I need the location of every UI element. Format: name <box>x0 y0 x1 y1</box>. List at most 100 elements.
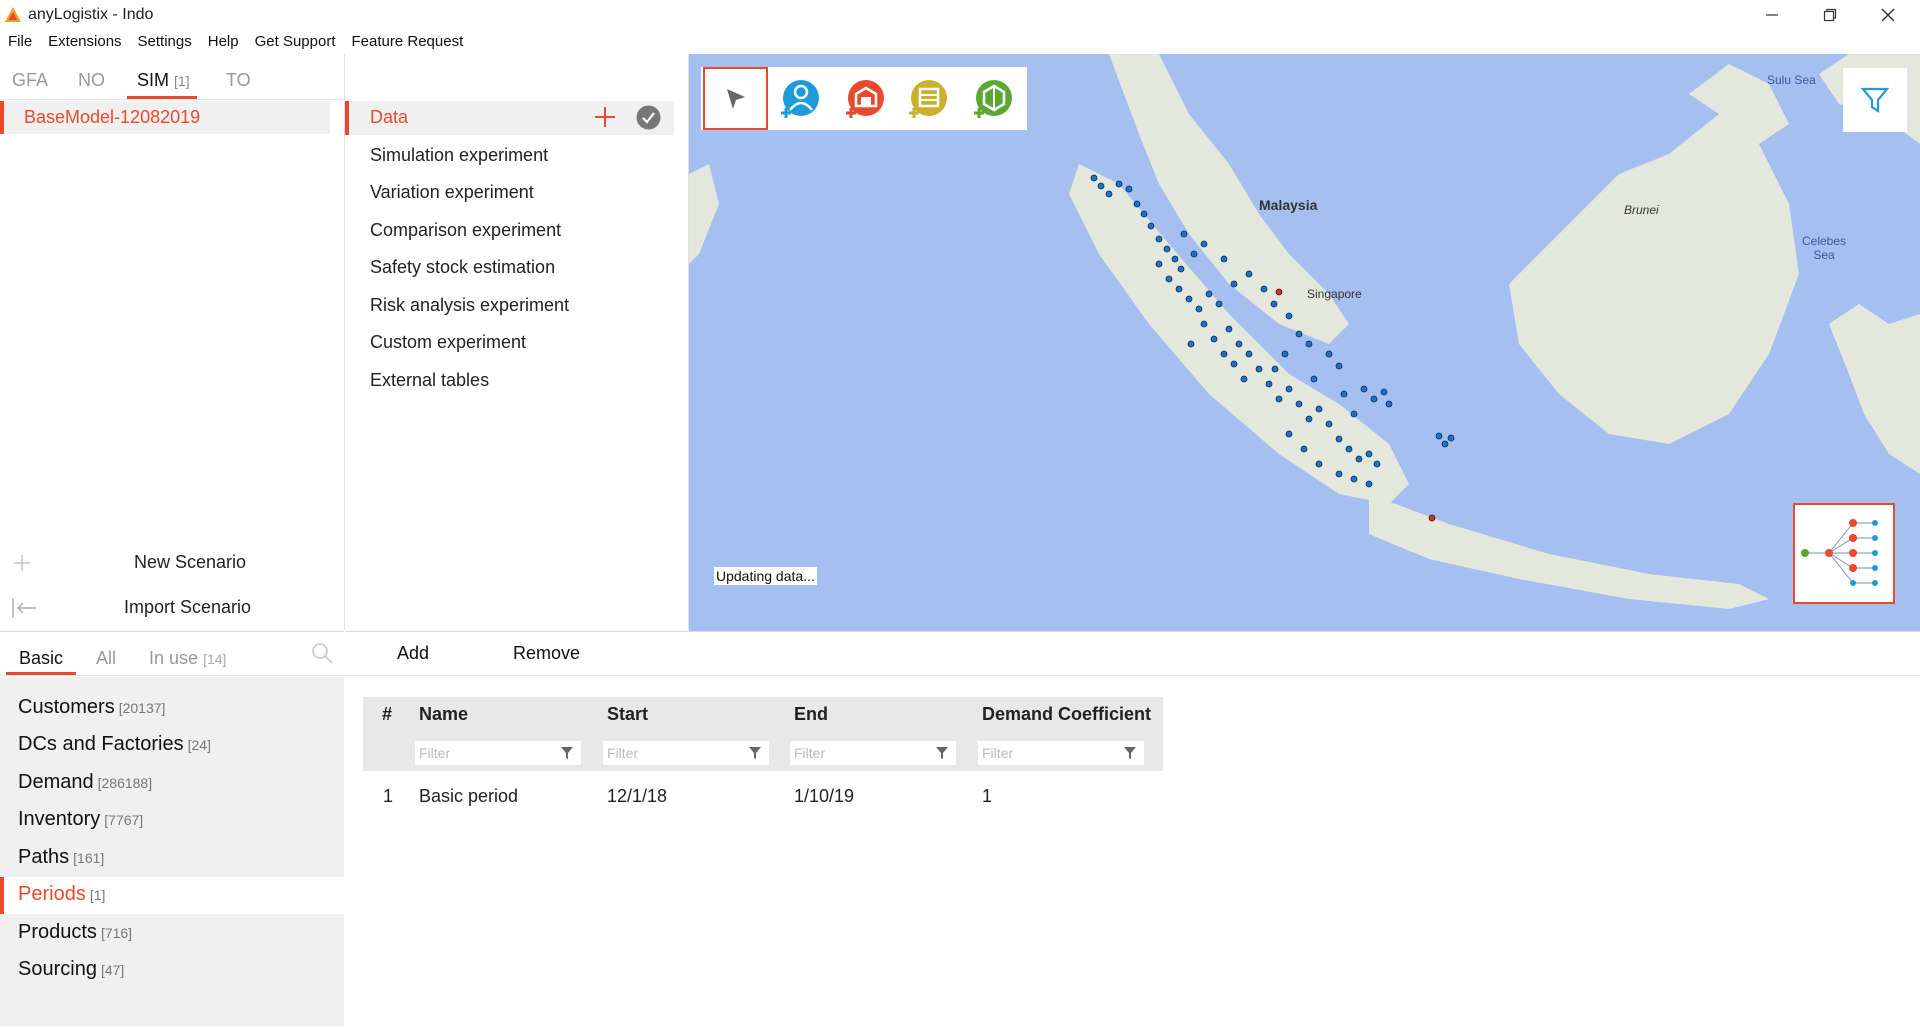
filter-demand-coefficient-input[interactable]: Filter <box>978 741 1144 765</box>
map-filter-button[interactable] <box>1843 68 1907 132</box>
menu-get-support[interactable]: Get Support <box>247 30 344 54</box>
tab-in-use-count: [14] <box>203 651 227 667</box>
experiment-data-label: Data <box>370 107 409 127</box>
category-count: [161] <box>73 850 105 866</box>
category-products[interactable]: Products [716] <box>18 921 132 944</box>
scenario-name: BaseModel-12082019 <box>24 107 201 127</box>
category-inventory[interactable]: Inventory [7767] <box>18 808 143 831</box>
tab-gfa-label: GFA <box>12 70 49 90</box>
tab-no-label: NO <box>78 70 105 90</box>
tabs-divider <box>0 675 344 676</box>
category-count: [1] <box>89 887 106 903</box>
tab-gfa[interactable]: GFA <box>12 70 48 91</box>
select-arrow-icon <box>726 88 745 109</box>
category-count: [20137] <box>118 700 166 716</box>
table-panel <box>345 631 1920 1027</box>
category-demand[interactable]: Demand [286188] <box>18 771 152 794</box>
filter-icon[interactable] <box>561 746 573 760</box>
category-customers[interactable]: Customers [20137] <box>18 696 165 719</box>
filter-placeholder: Filter <box>607 745 639 761</box>
tab-no[interactable]: NO <box>78 70 105 91</box>
column-header-start[interactable]: Start <box>607 704 648 725</box>
scenario-panel <box>0 54 345 630</box>
experiment-item-simulation[interactable]: Simulation experiment <box>370 145 548 166</box>
filter-placeholder: Filter <box>419 745 451 761</box>
window-title: anyLogistix - Indo <box>28 6 154 23</box>
menu-feature-request[interactable]: Feature Request <box>344 30 472 54</box>
add-icon[interactable] <box>592 104 618 130</box>
filter-end-input[interactable]: Filter <box>790 741 956 765</box>
filter-icon[interactable] <box>936 746 948 760</box>
category-count: [286188] <box>97 775 153 791</box>
tab-to-label: TO <box>226 70 251 90</box>
tab-basic-label: Basic <box>19 648 64 668</box>
column-header-index[interactable]: # <box>382 704 392 725</box>
add-customer-icon <box>781 79 819 118</box>
category-paths[interactable]: Paths [161] <box>18 846 104 869</box>
add-button[interactable]: Add <box>397 643 429 664</box>
network-tree-icon <box>1801 519 1878 586</box>
import-scenario-button[interactable]: Import Scenario <box>124 597 251 618</box>
restore-button[interactable] <box>1801 0 1859 30</box>
add-factory-button[interactable] <box>834 67 896 130</box>
tab-sim[interactable]: SIM [1] <box>137 70 190 91</box>
tab-all[interactable]: All <box>96 648 116 669</box>
tab-basic[interactable]: Basic <box>19 648 63 669</box>
add-customer-button[interactable] <box>769 67 831 130</box>
filter-icon <box>1860 87 1890 114</box>
column-header-name[interactable]: Name <box>419 704 468 725</box>
search-icon[interactable] <box>309 640 335 666</box>
experiment-item-comparison[interactable]: Comparison experiment <box>370 220 561 241</box>
cell-name[interactable]: Basic period <box>419 786 518 807</box>
tabs-divider <box>0 99 344 100</box>
filter-icon[interactable] <box>749 746 761 760</box>
tab-in-use-label: In use <box>149 648 199 668</box>
tab-all-label: All <box>96 648 117 668</box>
filter-start-input[interactable]: Filter <box>603 741 769 765</box>
menu-settings[interactable]: Settings <box>130 30 200 54</box>
add-dc-button[interactable] <box>897 67 959 130</box>
menu-bar: File Extensions Settings Help Get Suppor… <box>0 30 471 54</box>
map-status-label: Updating data... <box>714 567 817 585</box>
app-logo-icon <box>5 7 21 22</box>
tab-in-use[interactable]: In use [14] <box>149 648 226 669</box>
category-periods[interactable]: Periods [1] <box>18 883 105 906</box>
add-supplier-button[interactable] <box>962 67 1024 130</box>
map-label-singapore: Singapore <box>1307 287 1362 301</box>
close-icon <box>1881 8 1895 22</box>
tab-sim-count: [1] <box>174 73 190 89</box>
category-sourcing[interactable]: Sourcing [47] <box>18 958 124 981</box>
map-label-sulu-sea: Sulu Sea <box>1767 73 1816 87</box>
cell-start[interactable]: 12/1/18 <box>607 786 667 807</box>
select-tool-button[interactable] <box>703 67 768 130</box>
cell-index: 1 <box>383 786 394 806</box>
category-label: Demand <box>18 771 94 793</box>
experiment-item-custom[interactable]: Custom experiment <box>370 332 526 353</box>
restore-icon <box>1823 8 1837 22</box>
filter-icon[interactable] <box>1124 746 1136 760</box>
minimize-button[interactable] <box>1743 0 1801 30</box>
map-label-celebes-sea: Celebes Sea <box>1801 234 1847 262</box>
menu-file[interactable]: File <box>0 30 40 54</box>
new-scenario-button[interactable]: New Scenario <box>134 552 246 573</box>
cell-demand-coefficient[interactable]: 1 <box>982 786 992 807</box>
tab-to[interactable]: TO <box>226 70 251 91</box>
remove-button[interactable]: Remove <box>513 643 580 664</box>
close-button[interactable] <box>1859 0 1917 30</box>
check-circle-icon[interactable] <box>636 105 661 130</box>
experiment-item-safety-stock[interactable]: Safety stock estimation <box>370 257 555 278</box>
map-view[interactable]: Malaysia Singapore Brunei Sulu Sea Celeb… <box>689 54 1920 631</box>
category-dcs-and-factories[interactable]: DCs and Factories [24] <box>18 733 211 756</box>
menu-help[interactable]: Help <box>200 30 247 54</box>
experiment-item-risk-analysis[interactable]: Risk analysis experiment <box>370 295 569 316</box>
experiment-item-external-tables[interactable]: External tables <box>370 370 489 391</box>
column-header-end[interactable]: End <box>794 704 828 725</box>
experiment-item-variation[interactable]: Variation experiment <box>370 182 534 203</box>
network-tree-button[interactable] <box>1793 503 1895 604</box>
category-count: [24] <box>187 737 211 753</box>
filter-name-input[interactable]: Filter <box>415 741 581 765</box>
category-label: Customers <box>18 696 115 718</box>
cell-end[interactable]: 1/10/19 <box>794 786 854 807</box>
menu-extensions[interactable]: Extensions <box>40 30 129 54</box>
column-header-demand-coefficient[interactable]: Demand Coefficient <box>982 704 1151 725</box>
